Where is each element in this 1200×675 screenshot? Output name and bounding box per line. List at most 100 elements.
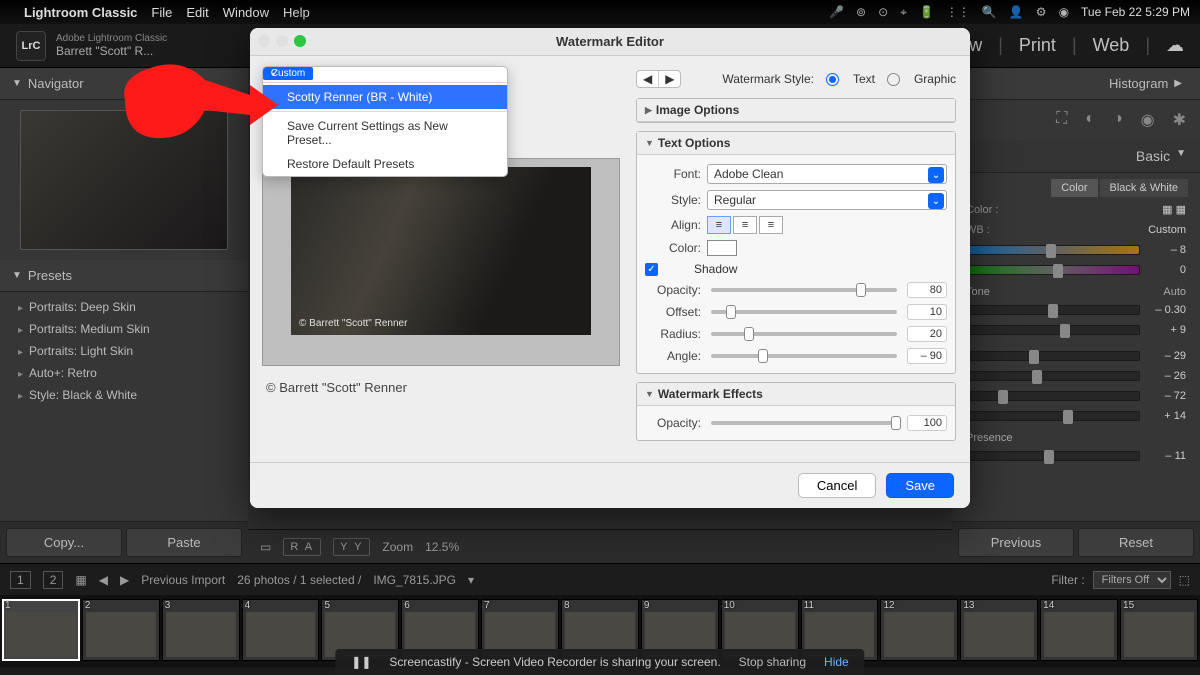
- grid-icon[interactable]: ▦: [75, 573, 86, 587]
- grid-icon[interactable]: ▦ ▦: [1162, 203, 1186, 216]
- contrast-slider[interactable]: [966, 325, 1140, 335]
- breadcrumb[interactable]: Previous Import: [141, 573, 225, 587]
- menu-help[interactable]: Help: [283, 5, 310, 20]
- stop-sharing-button[interactable]: Stop sharing: [739, 655, 806, 669]
- temp-slider[interactable]: [966, 245, 1140, 255]
- brush-icon[interactable]: ✱: [1173, 110, 1186, 130]
- blacks-slider[interactable]: [966, 411, 1140, 421]
- navigator-thumb[interactable]: [20, 110, 228, 250]
- wm-image-options-header[interactable]: ▶Image Options: [637, 99, 955, 122]
- mask-icon[interactable]: ◑: [1113, 110, 1123, 130]
- wm-effects-header[interactable]: ▼Watermark Effects: [637, 383, 955, 406]
- histogram-header[interactable]: Histogram▶: [952, 68, 1200, 100]
- user-icon[interactable]: 👤: [1009, 5, 1024, 19]
- shadow-opacity-value[interactable]: 80: [907, 282, 947, 298]
- monitor-1[interactable]: 1: [10, 571, 31, 589]
- filmstrip-thumb[interactable]: 2: [82, 599, 160, 661]
- redeye-icon[interactable]: ◉: [1141, 110, 1155, 130]
- shadow-radius-value[interactable]: 20: [907, 326, 947, 342]
- tab-bw[interactable]: Black & White: [1100, 179, 1188, 197]
- cc-icon[interactable]: ⊚: [856, 5, 866, 19]
- tint-slider[interactable]: [966, 265, 1140, 275]
- align-right-button[interactable]: ≡: [759, 216, 783, 234]
- preset-item[interactable]: Style: Black & White: [0, 384, 248, 406]
- menu-file[interactable]: File: [151, 5, 172, 20]
- app-name[interactable]: Lightroom Classic: [24, 5, 137, 20]
- filter-select[interactable]: Filters Off: [1093, 571, 1171, 589]
- auto-button[interactable]: Auto: [1163, 286, 1186, 298]
- cloud-icon[interactable]: ☁: [1166, 35, 1184, 56]
- whites-slider[interactable]: [966, 391, 1140, 401]
- wm-preset-highlighted[interactable]: Scotty Renner (BR - White): [263, 85, 507, 109]
- wm-style-text-radio[interactable]: [826, 73, 839, 86]
- back-icon[interactable]: ◀: [99, 573, 108, 587]
- tab-color[interactable]: Color: [1051, 179, 1097, 197]
- battery-icon[interactable]: 🔋: [919, 5, 934, 19]
- filmstrip-thumb[interactable]: 1: [2, 599, 80, 661]
- shadow-angle-slider[interactable]: [711, 354, 897, 358]
- module-web[interactable]: Web: [1093, 35, 1130, 56]
- wm-color-swatch[interactable]: [707, 240, 737, 256]
- traffic-min[interactable]: [276, 35, 288, 47]
- compare-ra[interactable]: R A: [283, 538, 321, 556]
- control-center-icon[interactable]: ⚙: [1036, 5, 1047, 19]
- wm-text-options-header[interactable]: ▼Text Options: [637, 132, 955, 155]
- filmstrip-thumb[interactable]: 15: [1120, 599, 1198, 661]
- siri-icon[interactable]: ◉: [1059, 5, 1069, 19]
- effects-opacity-slider[interactable]: [711, 421, 897, 425]
- save-button[interactable]: Save: [886, 473, 954, 498]
- wm-preset-save-new[interactable]: Save Current Settings as New Preset...: [263, 114, 507, 152]
- highlights-slider[interactable]: [966, 351, 1140, 361]
- align-left-button[interactable]: ≡: [707, 216, 731, 234]
- pause-icon[interactable]: ❚❚: [351, 655, 371, 669]
- menu-window[interactable]: Window: [223, 5, 269, 20]
- preset-item[interactable]: Portraits: Medium Skin: [0, 318, 248, 340]
- filmstrip-thumb[interactable]: 13: [960, 599, 1038, 661]
- wifi-icon[interactable]: ⋮⋮: [946, 5, 970, 19]
- filmstrip-thumb[interactable]: 12: [880, 599, 958, 661]
- heal-icon[interactable]: ◐: [1085, 110, 1095, 130]
- menubar-clock[interactable]: Tue Feb 22 5:29 PM: [1081, 5, 1190, 19]
- paste-button[interactable]: Paste: [126, 528, 242, 557]
- shadow-radius-slider[interactable]: [711, 332, 897, 336]
- compare-yy[interactable]: Y Y: [333, 538, 370, 556]
- filter-lock-icon[interactable]: ⬚: [1179, 573, 1190, 587]
- preset-item[interactable]: Portraits: Deep Skin: [0, 296, 248, 318]
- reset-button[interactable]: Reset: [1078, 528, 1194, 557]
- preset-item[interactable]: Portraits: Light Skin: [0, 340, 248, 362]
- vibrance-slider[interactable]: [966, 451, 1140, 461]
- wm-preset-custom[interactable]: Custom: [263, 67, 313, 80]
- shadow-opacity-slider[interactable]: [711, 288, 897, 292]
- hide-button[interactable]: Hide: [824, 655, 849, 669]
- filmstrip-thumb[interactable]: 4: [242, 599, 320, 661]
- menu-edit[interactable]: Edit: [186, 5, 208, 20]
- wm-nav-arrows[interactable]: ◀▶: [636, 70, 681, 88]
- align-center-button[interactable]: ≡: [733, 216, 757, 234]
- wm-copyright-text[interactable]: © Barrett "Scott" Renner: [262, 366, 620, 409]
- wm-titlebar[interactable]: Watermark Editor: [250, 28, 970, 56]
- shadows-slider[interactable]: [966, 371, 1140, 381]
- bluetooth-icon[interactable]: ⌖: [900, 5, 907, 20]
- wm-fontstyle-select[interactable]: Regular⌄: [707, 190, 947, 210]
- presets-header[interactable]: ▼Presets: [0, 260, 248, 292]
- wb-value[interactable]: Custom: [1148, 224, 1186, 236]
- fwd-icon[interactable]: ▶: [120, 573, 129, 587]
- monitor-2[interactable]: 2: [43, 571, 64, 589]
- wm-preset-restore[interactable]: Restore Default Presets: [263, 152, 507, 176]
- crop-icon[interactable]: ⛶: [1056, 110, 1067, 130]
- loupe-icon[interactable]: ▭: [260, 540, 271, 554]
- filmstrip-thumb[interactable]: 3: [162, 599, 240, 661]
- wm-shadow-checkbox[interactable]: ✓: [645, 263, 658, 276]
- wm-style-graphic-radio[interactable]: [887, 73, 900, 86]
- effects-opacity-value[interactable]: 100: [907, 415, 947, 431]
- previous-button[interactable]: Previous: [958, 528, 1074, 557]
- module-print[interactable]: Print: [1019, 35, 1056, 56]
- shadow-offset-slider[interactable]: [711, 310, 897, 314]
- search-icon[interactable]: 🔍: [982, 5, 997, 19]
- filmstrip-thumb[interactable]: 14: [1040, 599, 1118, 661]
- shadow-offset-value[interactable]: 10: [907, 304, 947, 320]
- navigator-header[interactable]: ▼Navigator: [0, 68, 248, 100]
- cancel-button[interactable]: Cancel: [798, 473, 876, 498]
- traffic-close[interactable]: [258, 35, 270, 47]
- preset-item[interactable]: Auto+: Retro: [0, 362, 248, 384]
